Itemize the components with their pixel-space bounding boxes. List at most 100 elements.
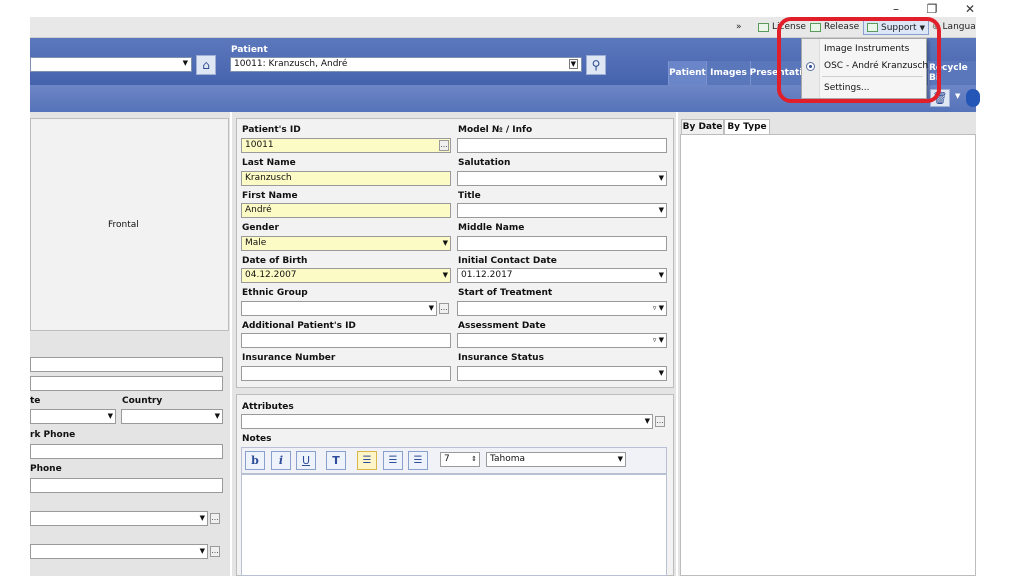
start-treatment-label: Start of Treatment <box>458 288 553 298</box>
dob-label: Date of Birth <box>242 256 308 266</box>
restore-icon[interactable]: ❐ <box>922 2 942 16</box>
work-phone-label: rk Phone <box>30 430 76 440</box>
address-field-1[interactable] <box>30 357 223 372</box>
dob-value: 04.12.2007 <box>245 270 297 280</box>
start-treatment-field[interactable]: ▿ ▼ <box>457 301 667 316</box>
chevron-down-icon: ▼ <box>658 271 664 279</box>
underline-button[interactable]: U <box>296 451 316 470</box>
title-select[interactable]: ▼ <box>457 203 667 218</box>
chevron-down-icon: ▼ <box>199 547 205 555</box>
checkbox-icon <box>758 22 769 32</box>
model-info-label: Model № / Info <box>458 125 533 135</box>
additional-id-label: Additional Patient's ID <box>242 321 356 331</box>
tab-by-date[interactable]: By Date <box>681 119 724 135</box>
chevron-down-icon: ▼ <box>658 206 664 214</box>
font-size-value: 7 <box>444 454 450 464</box>
country-select[interactable]: ▼ <box>121 409 223 424</box>
chevron-down-icon: ▼ <box>442 271 448 279</box>
salutation-select[interactable]: ▼ <box>457 171 667 186</box>
work-phone-field[interactable] <box>30 444 223 459</box>
chevron-down-icon: ▼ <box>107 412 113 420</box>
state-select[interactable]: ▼ <box>30 409 116 424</box>
middle-name-label: Middle Name <box>458 223 525 233</box>
country-label: Country <box>122 396 163 406</box>
frontal-label: Frontal <box>108 220 139 230</box>
additional-id-field[interactable] <box>241 333 451 348</box>
images-list[interactable] <box>680 134 976 576</box>
ellipsis-button[interactable]: … <box>210 513 220 524</box>
chevron-down-icon: ▼ <box>568 59 578 69</box>
minimize-icon[interactable]: – <box>886 2 906 16</box>
language-label: Langua <box>942 22 976 32</box>
model-info-field[interactable] <box>457 138 667 153</box>
ellipsis-button[interactable]: … <box>655 416 665 427</box>
font-name-value: Tahoma <box>490 454 526 464</box>
chevron-down-icon: ▼ <box>182 59 188 67</box>
chevron-down-icon: ▼ <box>658 369 664 377</box>
ellipsis-button[interactable]: … <box>210 546 220 557</box>
align-right-icon[interactable]: ☰ <box>408 451 428 470</box>
patient-id-field[interactable]: 10011 … <box>241 138 451 153</box>
ellipsis-button[interactable]: … <box>439 140 449 151</box>
stepper-arrows-icon[interactable]: ⇕ <box>471 455 477 463</box>
tab-patient[interactable]: Patient <box>668 61 706 85</box>
first-name-value: André <box>245 205 272 215</box>
highlight-box <box>777 17 941 103</box>
close-icon[interactable]: ✕ <box>960 2 980 16</box>
left-combo-1[interactable]: ▼ <box>30 511 208 526</box>
tab-by-type[interactable]: By Type <box>724 119 770 135</box>
assessment-date-label: Assessment Date <box>458 321 546 331</box>
assessment-date-field[interactable]: ▿ ▼ <box>457 333 667 348</box>
left-selector-combo[interactable]: ▼ <box>30 57 192 72</box>
italic-button[interactable]: i <box>271 451 291 470</box>
gender-select[interactable]: Male ▼ <box>241 236 451 251</box>
home-search-icon[interactable]: ⌂ <box>196 55 216 75</box>
patient-header-label: Patient <box>231 45 268 55</box>
initial-contact-label: Initial Contact Date <box>458 256 557 266</box>
attributes-label: Attributes <box>242 402 294 412</box>
ellipsis-button[interactable]: … <box>439 303 449 314</box>
chevron-down-icon: ▼ <box>644 417 650 425</box>
dob-field[interactable]: 04.12.2007 ▼ <box>241 268 451 283</box>
insurance-status-select[interactable]: ▼ <box>457 366 667 381</box>
middle-name-field[interactable] <box>457 236 667 251</box>
chevron-down-icon: ▼ <box>442 239 448 247</box>
first-name-label: First Name <box>242 191 298 201</box>
font-name-select[interactable]: Tahoma ▼ <box>486 452 626 467</box>
help-icon[interactable] <box>966 89 980 107</box>
initial-contact-field[interactable]: 01.12.2017 ▼ <box>457 268 667 283</box>
align-center-icon[interactable]: ☰ <box>383 451 403 470</box>
chevron-down-icon: ▼ <box>658 174 664 182</box>
attributes-select[interactable]: ▼ <box>241 414 653 429</box>
font-size-stepper[interactable]: 7 ⇕ <box>440 452 480 467</box>
state-label: te <box>30 396 41 406</box>
text-color-button[interactable]: T <box>326 451 346 470</box>
gender-label: Gender <box>242 223 279 233</box>
more-chevron-icon[interactable]: » <box>736 22 742 32</box>
bold-button[interactable]: b <box>245 451 265 470</box>
insurance-number-field[interactable] <box>241 366 451 381</box>
chevron-down-icon: ▼ <box>199 514 205 522</box>
chevron-down-icon[interactable]: ▼ <box>955 92 960 100</box>
app-window: – ❐ ✕ » License Release Support ▼ ⊕ Lang… <box>0 0 1024 576</box>
notes-editor[interactable] <box>241 474 667 576</box>
insurance-number-label: Insurance Number <box>242 353 336 363</box>
initial-contact-value: 01.12.2017 <box>461 270 513 280</box>
address-field-2[interactable] <box>30 376 223 391</box>
phone-field[interactable] <box>30 478 223 493</box>
tab-images[interactable]: Images <box>706 61 750 85</box>
ethnic-group-select[interactable]: ▼ <box>241 301 437 316</box>
first-name-field[interactable]: André <box>241 203 451 218</box>
patient-id-label: Patient's ID <box>242 125 301 135</box>
patient-search-icon[interactable]: ⚲ <box>586 55 606 75</box>
patient-selector-combo[interactable]: 10011: Kranzusch, André ▼ <box>230 57 582 72</box>
last-name-field[interactable]: Kranzusch <box>241 171 451 186</box>
date-dropdown-icon: ▿ ▼ <box>652 304 664 312</box>
ethnic-group-label: Ethnic Group <box>242 288 308 298</box>
align-left-icon[interactable]: ☰ <box>357 451 377 470</box>
chevron-down-icon: ▼ <box>617 455 623 463</box>
left-combo-2[interactable]: ▼ <box>30 544 208 559</box>
notes-label: Notes <box>242 434 272 444</box>
frontal-image-box[interactable]: Frontal <box>30 118 229 331</box>
chevron-down-icon: ▼ <box>428 304 434 312</box>
